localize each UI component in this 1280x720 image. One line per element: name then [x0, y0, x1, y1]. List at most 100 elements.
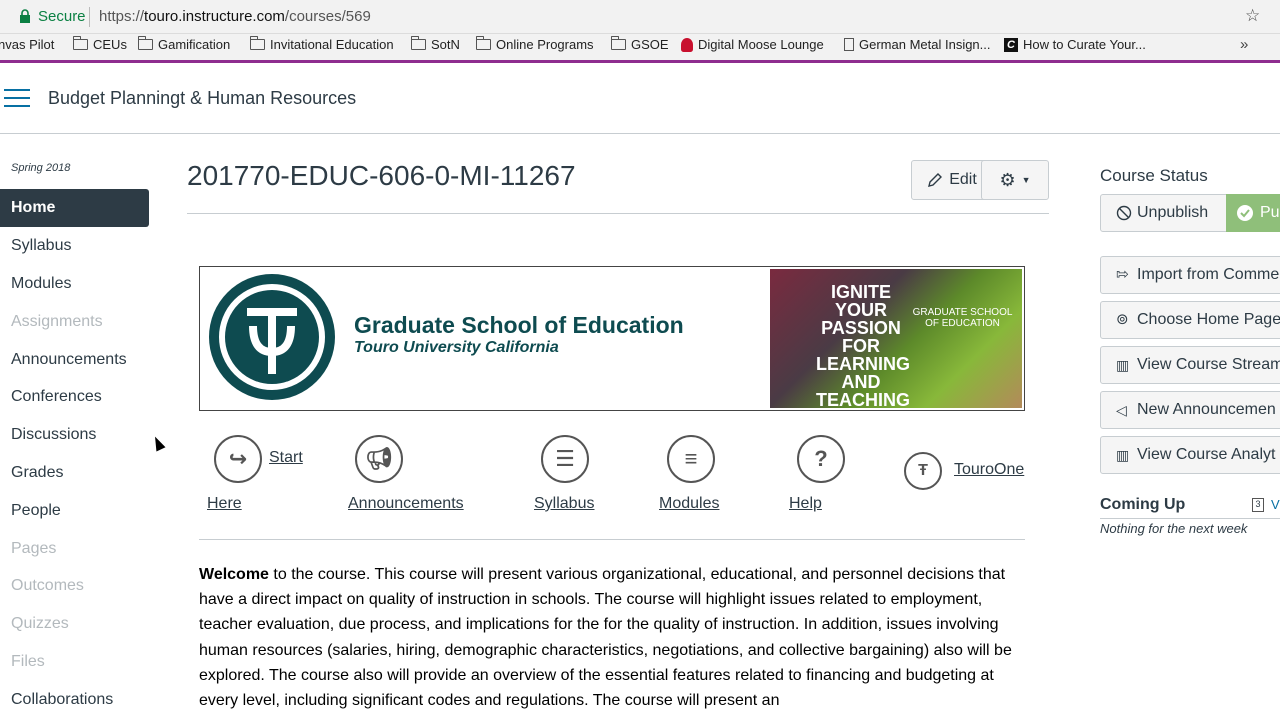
moose-icon [681, 37, 693, 52]
start-icon[interactable]: ↪ [214, 435, 262, 483]
nav-item-outcomes[interactable]: Outcomes [11, 577, 84, 595]
bookmark-label: nvas Pilot [0, 37, 55, 52]
folder-icon [411, 36, 426, 50]
check-circle-icon [1237, 205, 1253, 221]
bookmark-item[interactable]: CEUs [73, 36, 127, 52]
bookmark-item[interactable]: Digital Moose Lounge [681, 37, 824, 52]
coming-up-title: Coming Up [1100, 496, 1186, 513]
nav-item-discussions[interactable]: Discussions [11, 426, 96, 444]
course-banner: Graduate School of Education Touro Unive… [199, 266, 1025, 411]
bookmark-item[interactable]: GSOE [611, 36, 669, 52]
banner-title: Graduate School of Education [354, 312, 684, 338]
modules-link[interactable]: Modules [659, 495, 719, 513]
pencil-icon [928, 173, 943, 187]
new-announcement-button[interactable]: ◁ New Announcemen [1100, 391, 1280, 429]
start-here-link[interactable]: Here [207, 495, 242, 513]
view-analytics-button[interactable]: ▥ View Course Analyt [1100, 436, 1280, 474]
help-link[interactable]: Help [789, 495, 822, 513]
content-divider [199, 539, 1025, 540]
nav-item-home[interactable]: Home [0, 189, 149, 227]
secure-label: Secure [38, 8, 86, 25]
nav-item-files[interactable]: Files [11, 653, 45, 671]
announcements-link[interactable]: Announcements [348, 495, 464, 513]
bookmark-label: GSOE [631, 37, 669, 52]
banner-image: IGNITE YOUR PASSION FOR LEARNING AND TEA… [770, 269, 1022, 409]
folder-icon [476, 36, 491, 50]
new-announcement-label: New Announcemen [1137, 401, 1276, 418]
choose-home-page-button[interactable]: ⊚ Choose Home Page [1100, 301, 1280, 339]
bookmark-label: CEUs [93, 37, 127, 52]
divider [89, 7, 90, 27]
breadcrumb[interactable]: Budget Planningt & Human Resources [48, 88, 356, 109]
folder-icon [250, 36, 265, 50]
folder-icon [73, 36, 88, 50]
course-status-title: Course Status [1100, 166, 1208, 185]
edit-label: Edit [949, 171, 977, 188]
term-label: Spring 2018 [11, 162, 71, 174]
url-host: touro.instructure.com [144, 8, 285, 25]
canvas-icon: C [1004, 37, 1018, 52]
analytics-icon: ▥ [1116, 447, 1130, 463]
bookmark-item[interactable]: Online Programs [476, 36, 594, 52]
lock-icon [20, 9, 30, 23]
url-field[interactable]: https://touro.instructure.com/courses/56… [99, 8, 371, 25]
bookmark-item[interactable]: German Metal Insign... [844, 37, 991, 52]
nav-item-people[interactable]: People [11, 502, 61, 520]
bookmark-item[interactable]: C How to Curate Your... [1004, 37, 1146, 52]
view-course-stream-button[interactable]: ▥ View Course Stream [1100, 346, 1280, 384]
page-icon [844, 38, 854, 51]
coming-up-empty-text: Nothing for the next week [1100, 521, 1248, 536]
modules-icon[interactable]: ≡ [667, 435, 715, 483]
bookmark-label: German Metal Insign... [859, 37, 991, 52]
nav-item-syllabus[interactable]: Syllabus [11, 237, 71, 255]
url-path: /courses/569 [284, 8, 371, 25]
caret-down-icon: ▼ [1021, 175, 1031, 185]
folder-icon [611, 36, 626, 50]
help-icon[interactable]: ? [797, 435, 845, 483]
publish-button[interactable]: Pu [1226, 194, 1280, 232]
bookmark-label: Invitational Education [270, 37, 394, 52]
nav-item-quizzes[interactable]: Quizzes [11, 615, 69, 633]
touroone-link[interactable]: TouroOne [954, 461, 1024, 479]
course-header: Budget Planningt & Human Resources [0, 63, 1280, 134]
bookmark-item[interactable]: SotN [411, 36, 460, 52]
nav-item-assignments[interactable]: Assignments [11, 313, 103, 331]
nav-item-modules[interactable]: Modules [11, 275, 71, 293]
title-divider [187, 213, 1049, 214]
import-icon: ⇰ [1116, 266, 1129, 283]
nav-item-collaborations[interactable]: Collaborations [11, 691, 113, 709]
bookmark-label: Online Programs [496, 37, 594, 52]
nav-item-label: Home [11, 199, 56, 216]
welcome-bold: Welcome [199, 566, 269, 583]
url-prefix: https:// [99, 8, 145, 25]
address-bar: Secure https://touro.instructure.com/cou… [0, 0, 1280, 34]
banner-image-caption: GRADUATE SCHOOL OF EDUCATION [912, 307, 1013, 329]
syllabus-link[interactable]: Syllabus [534, 495, 594, 513]
syllabus-icon[interactable]: ☰ [541, 435, 589, 483]
analytics-label: View Course Analyt [1137, 446, 1276, 463]
view-calendar-link[interactable]: V [1271, 497, 1280, 512]
bookmark-item[interactable]: nvas Pilot [0, 37, 54, 52]
bookmark-label: Gamification [158, 37, 231, 52]
touroone-icon[interactable]: Ŧ [904, 452, 942, 490]
more-bookmarks-icon[interactable]: » [1240, 36, 1248, 53]
stream-label: View Course Stream [1137, 356, 1280, 373]
nav-item-grades[interactable]: Grades [11, 464, 63, 482]
mouse-cursor [150, 434, 166, 452]
coming-up-header: Coming Up 3 V [1100, 495, 1280, 519]
unpublish-label: Unpublish [1137, 204, 1209, 221]
nav-item-announcements[interactable]: Announcements [11, 351, 127, 369]
bookmarks-bar: nvas Pilot CEUs Gamification Invitationa… [0, 34, 1280, 60]
settings-menu-button[interactable]: ⚙ ▼ [981, 160, 1049, 200]
hamburger-menu-icon[interactable] [4, 89, 30, 107]
bookmark-item[interactable]: Gamification [138, 36, 231, 52]
touro-logo [209, 274, 335, 400]
megaphone-icon[interactable]: 📢︎ [355, 435, 403, 483]
unpublish-button[interactable]: Unpublish [1100, 194, 1227, 232]
bookmark-item[interactable]: Invitational Education [250, 36, 394, 52]
import-button[interactable]: ⇰ Import from Comme [1100, 256, 1280, 294]
nav-item-pages[interactable]: Pages [11, 540, 56, 558]
nav-item-conferences[interactable]: Conferences [11, 388, 102, 406]
bookmark-star-icon[interactable]: ☆ [1245, 6, 1260, 26]
start-link[interactable]: Start [269, 449, 303, 467]
